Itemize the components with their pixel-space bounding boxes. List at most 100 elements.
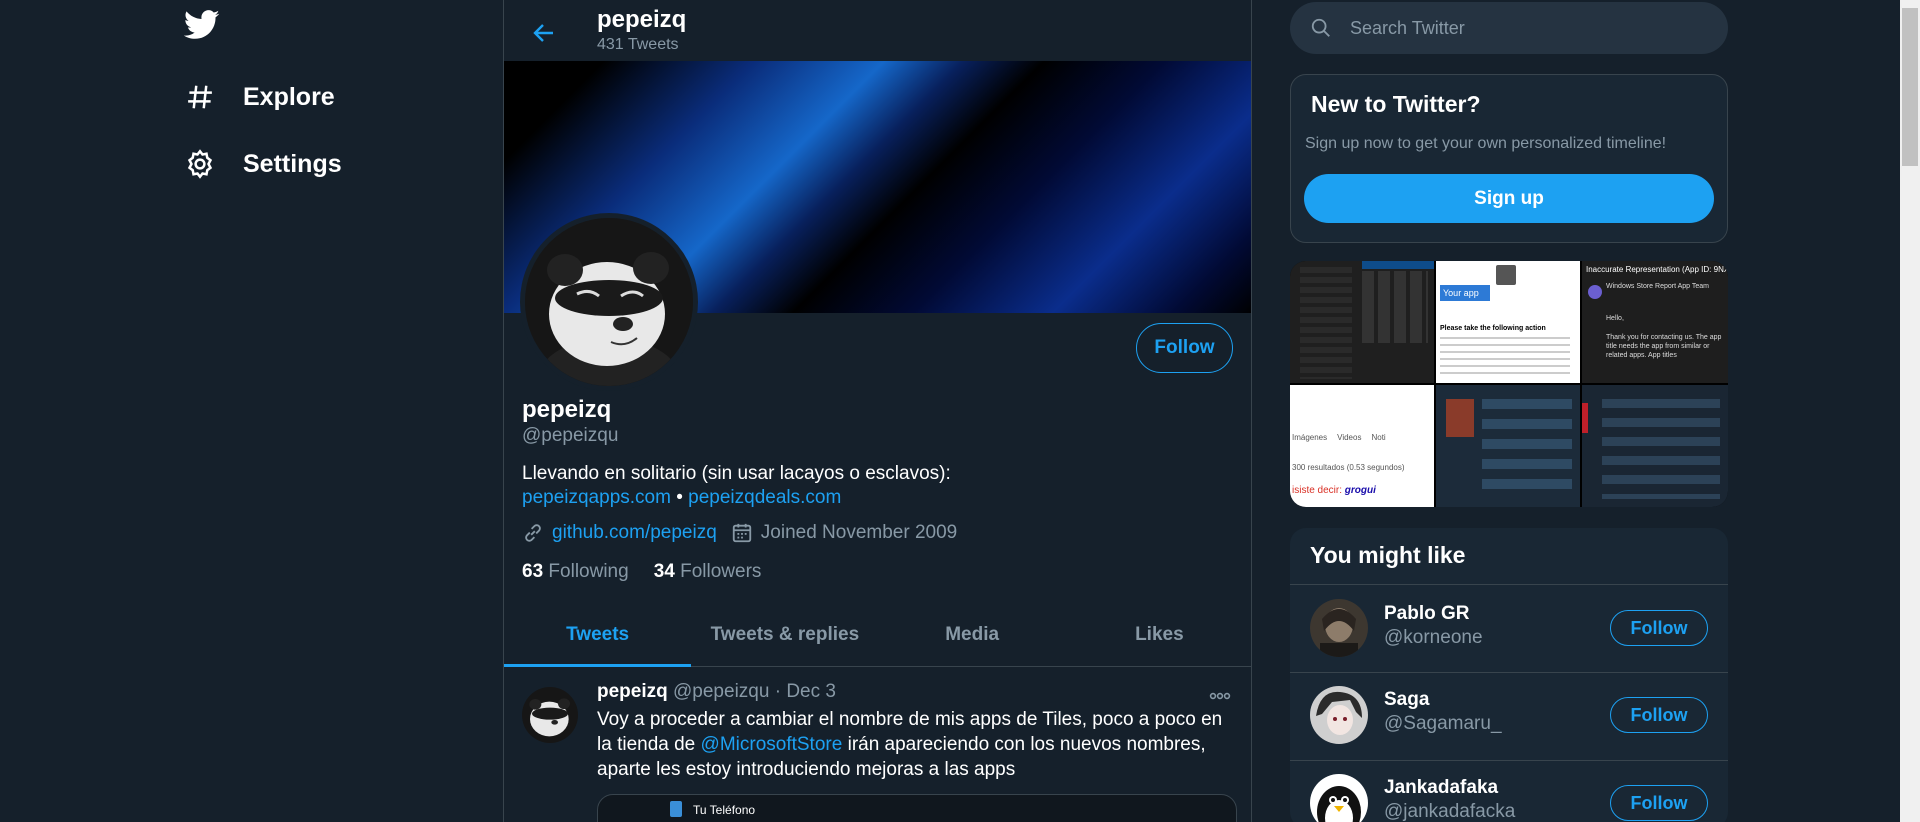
thumb3-title: Inaccurate Representation (App ID: 9NXV) <box>1586 265 1728 274</box>
thumb4-tab-videos: Videos <box>1337 433 1362 442</box>
profile-meta: github.com/pepeizq Joined November 2009 <box>522 522 957 544</box>
nav-explore-label: Explore <box>243 82 335 111</box>
gear-icon <box>187 149 213 179</box>
tweet-text: Voy a proceder a cambiar el nombre de mi… <box>597 707 1237 782</box>
person-avatar-image <box>1310 686 1368 744</box>
tweet-dot: · <box>774 681 782 702</box>
tweet-mention[interactable]: @MicrosoftStore <box>701 734 843 755</box>
media-grid: Your app Please take the following actio… <box>1290 261 1728 507</box>
tweet-more-button[interactable] <box>1209 687 1231 705</box>
followers-link[interactable]: 34 Followers <box>654 561 762 583</box>
signup-button[interactable]: Sign up <box>1304 174 1714 223</box>
thumb2-heading: Please take the following action <box>1440 325 1546 332</box>
tab-media[interactable]: Media <box>879 604 1066 666</box>
thumb3-hello: Hello, <box>1606 315 1624 322</box>
media-thumb-5[interactable] <box>1436 385 1580 507</box>
tab-tweets-replies[interactable]: Tweets & replies <box>691 604 878 666</box>
follow-button[interactable]: Follow <box>1610 785 1708 821</box>
header-title: pepeizq <box>597 6 687 33</box>
profile-stats: 63 Following 34 Followers <box>522 561 761 583</box>
profile-name: pepeizq <box>522 396 612 423</box>
nav-settings[interactable]: Settings <box>185 149 342 179</box>
profile-handle: @pepeizqu <box>522 425 619 446</box>
startmenu-tiles <box>1362 271 1428 343</box>
suggestion-handle: @Sagamaru_ <box>1384 713 1502 734</box>
profile-website[interactable]: github.com/pepeizq <box>552 522 717 544</box>
suggestion-name[interactable]: Saga <box>1384 689 1429 711</box>
phone-app-icon <box>670 801 682 817</box>
startmenu-list <box>1300 267 1352 379</box>
follow-button[interactable]: Follow <box>1136 323 1233 373</box>
more-icon <box>1209 692 1231 700</box>
bio-link-apps[interactable]: pepeizqapps.com <box>522 487 671 508</box>
who-to-follow-card: You might like Pablo GR @korneone Follow… <box>1290 528 1728 822</box>
media-thumb-3[interactable]: Inaccurate Representation (App ID: 9NXV)… <box>1582 261 1728 383</box>
tweet-avatar[interactable] <box>522 687 578 743</box>
following-link[interactable]: 63 Following <box>522 561 629 583</box>
back-button[interactable] <box>526 15 562 51</box>
store-logo <box>1496 265 1516 285</box>
calendar-icon <box>732 523 751 543</box>
suggestion-name[interactable]: Jankadafaka <box>1384 777 1498 799</box>
bio-link-deals[interactable]: pepeizqdeals.com <box>688 487 841 508</box>
tweet-author-name[interactable]: pepeizq <box>597 681 668 702</box>
media-thumb-1[interactable] <box>1290 261 1434 383</box>
panda-avatar-image <box>522 687 578 743</box>
media-thumb-2[interactable]: Your app Please take the following actio… <box>1436 261 1580 383</box>
media-thumb-4[interactable]: Imágenes Videos Noti 300 resultados (0.5… <box>1290 385 1434 507</box>
profile-avatar[interactable] <box>520 213 698 391</box>
tweet-header: pepeizq @pepeizqu · Dec 3 <box>597 681 836 703</box>
thumb4-suggest-label: isiste decir: <box>1292 485 1343 496</box>
suggestion-avatar[interactable] <box>1310 599 1368 657</box>
tweet-media-card[interactable]: Tu Teléfono <box>597 794 1237 822</box>
startmenu-taskbar <box>1362 261 1434 269</box>
thumb2-lines <box>1440 337 1570 377</box>
bio-text: Llevando en solitario (sin usar lacayos … <box>522 463 951 484</box>
nav-explore[interactable]: Explore <box>185 82 335 112</box>
who-to-follow-title: You might like <box>1310 542 1466 568</box>
suggestion-row[interactable]: Saga @Sagamaru_ Follow <box>1290 673 1728 760</box>
thumb3-from: Windows Store Report App Team <box>1606 283 1709 290</box>
scrollbar-thumb[interactable] <box>1902 8 1918 166</box>
thumb4-tab-news: Noti <box>1371 433 1386 442</box>
search-box[interactable]: Search Twitter <box>1290 2 1728 54</box>
search-input[interactable]: Search Twitter <box>1350 18 1465 39</box>
thumb6-rows <box>1602 399 1720 499</box>
tweet-author-handle[interactable]: @pepeizqu <box>673 681 769 702</box>
thumb3-body: Thank you for contacting us. The app tit… <box>1606 334 1722 359</box>
twitter-logo[interactable] <box>183 10 220 45</box>
media-thumb-6[interactable] <box>1582 385 1728 507</box>
hashtag-icon <box>188 85 212 109</box>
tab-tweets[interactable]: Tweets <box>504 604 692 667</box>
twitter-bird-icon <box>183 10 220 39</box>
search-icon <box>1311 18 1330 37</box>
header-tweet-count: 431 Tweets <box>597 36 679 53</box>
tab-likes[interactable]: Likes <box>1066 604 1251 666</box>
suggestion-name[interactable]: Pablo GR <box>1384 603 1470 625</box>
penguin-avatar-image <box>1310 774 1368 822</box>
profile-column: pepeizq 431 Tweets Follow pepeizq @pepei… <box>503 0 1252 822</box>
profile-bio: Llevando en solitario (sin usar lacayos … <box>522 462 1242 510</box>
following-count: 63 <box>522 561 544 582</box>
arrow-left-icon <box>533 24 553 42</box>
follow-button[interactable]: Follow <box>1610 697 1708 733</box>
suggestion-avatar[interactable] <box>1310 686 1368 744</box>
tweet-date[interactable]: Dec 3 <box>786 681 836 702</box>
suggestion-row[interactable]: Pablo GR @korneone Follow <box>1290 585 1728 672</box>
link-icon <box>525 524 541 542</box>
your-app-tile: Your app <box>1440 285 1490 301</box>
thumb4-tab-images: Imágenes <box>1292 433 1328 442</box>
thumb4-suggestion: isiste decir: grogui <box>1292 485 1376 496</box>
tweet-card-label: Tu Teléfono <box>693 803 756 817</box>
bio-separator: • <box>670 487 689 508</box>
followers-count: 34 <box>653 561 675 582</box>
nav-settings-label: Settings <box>243 149 342 178</box>
suggestion-avatar[interactable] <box>1310 774 1368 822</box>
thumb4-results: 300 resultados (0.53 segundos) <box>1292 463 1405 472</box>
suggestion-row[interactable]: Jankadafaka @jankadafacka Follow <box>1290 761 1728 822</box>
suggestion-handle: @jankadafacka <box>1384 801 1516 822</box>
follow-button[interactable]: Follow <box>1610 610 1708 646</box>
tweet[interactable]: pepeizq @pepeizqu · Dec 3 Voy a proceder… <box>504 667 1251 822</box>
followers-label: Followers <box>680 561 762 582</box>
thumb5-rows <box>1482 399 1572 499</box>
